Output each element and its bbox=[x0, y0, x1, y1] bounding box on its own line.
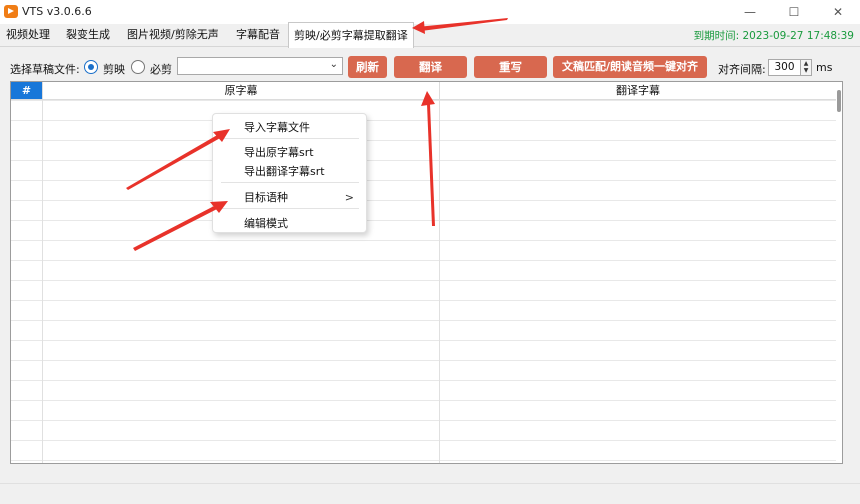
tab-fission-generate[interactable]: 裂变生成 bbox=[61, 24, 115, 46]
status-bar bbox=[0, 483, 860, 504]
grid-rows[interactable] bbox=[11, 100, 836, 463]
radio-bijian[interactable] bbox=[131, 60, 145, 74]
refresh-button[interactable]: 刷新 bbox=[348, 56, 387, 78]
maximize-button[interactable]: ☐ bbox=[772, 0, 816, 24]
translate-button[interactable]: 翻译 bbox=[394, 56, 467, 78]
app-logo-icon bbox=[4, 5, 18, 18]
menu-item-target-language[interactable]: 目标语种 bbox=[244, 189, 288, 205]
close-button[interactable]: ✕ bbox=[816, 0, 860, 24]
column-divider bbox=[439, 100, 440, 463]
column-header-original[interactable]: 原字幕 bbox=[42, 82, 439, 100]
tab-bar: 视频处理 裂变生成 图片视频/剪除无声 字幕配音 剪映/必剪字幕提取翻译 到期时… bbox=[0, 22, 860, 48]
chevron-down-icon: ⌄ bbox=[329, 59, 338, 70]
align-audio-button[interactable]: 文稿匹配/朗读音频一键对齐 bbox=[553, 56, 707, 78]
align-interval-label: 对齐间隔: bbox=[718, 63, 766, 76]
menu-divider bbox=[221, 208, 359, 209]
window-title: VTS v3.0.6.6 bbox=[22, 5, 92, 18]
align-interval-input[interactable]: 300 bbox=[768, 59, 801, 76]
menu-item-import-subtitle[interactable]: 导入字幕文件 bbox=[244, 119, 310, 135]
radio-jianying-label[interactable]: 剪映 bbox=[103, 61, 125, 77]
menu-divider bbox=[221, 182, 359, 183]
radio-bijian-label[interactable]: 必剪 bbox=[150, 61, 172, 77]
radio-jianying[interactable] bbox=[84, 60, 98, 74]
menu-item-edit-mode[interactable]: 编辑模式 bbox=[244, 215, 288, 231]
column-header-index[interactable]: # bbox=[11, 82, 42, 100]
tab-image-video-silence[interactable]: 图片视频/剪除无声 bbox=[122, 24, 224, 46]
column-divider bbox=[42, 100, 43, 463]
rewrite-button[interactable]: 重写 bbox=[474, 56, 547, 78]
toolbar: 选择草稿文件: 剪映 必剪 ⌄ 刷新 翻译 重写 文稿匹配/朗读音频一键对齐 对… bbox=[0, 47, 860, 81]
subtitle-grid[interactable]: # 原字幕 翻译字幕 bbox=[10, 81, 843, 464]
context-menu: 导入字幕文件 导出原字幕srt 导出翻译字幕srt 目标语种 > 编辑模式 bbox=[212, 113, 367, 233]
select-draft-label: 选择草稿文件: bbox=[10, 63, 80, 76]
tab-subtitle-extract-translate[interactable]: 剪映/必剪字幕提取翻译 bbox=[288, 22, 414, 48]
tab-video-processing[interactable]: 视频处理 bbox=[1, 24, 55, 46]
title-bar: VTS v3.0.6.6 — ☐ ✕ bbox=[0, 0, 860, 24]
minimize-button[interactable]: — bbox=[728, 0, 772, 24]
expiry-time: 到期时间: 2023-09-27 17:48:39 bbox=[693, 30, 854, 42]
menu-item-export-translated-srt[interactable]: 导出翻译字幕srt bbox=[244, 163, 325, 179]
chevron-right-icon: > bbox=[344, 191, 354, 204]
draft-file-select[interactable]: ⌄ bbox=[177, 57, 343, 75]
interval-unit: ms bbox=[816, 61, 833, 74]
tab-subtitle-dubbing[interactable]: 字幕配音 bbox=[231, 24, 285, 46]
interval-stepper[interactable]: ▲ ▼ bbox=[801, 59, 812, 76]
menu-divider bbox=[221, 138, 359, 139]
menu-item-export-original-srt[interactable]: 导出原字幕srt bbox=[244, 144, 314, 160]
vertical-scrollbar[interactable] bbox=[837, 90, 841, 112]
column-header-translated[interactable]: 翻译字幕 bbox=[439, 82, 836, 100]
